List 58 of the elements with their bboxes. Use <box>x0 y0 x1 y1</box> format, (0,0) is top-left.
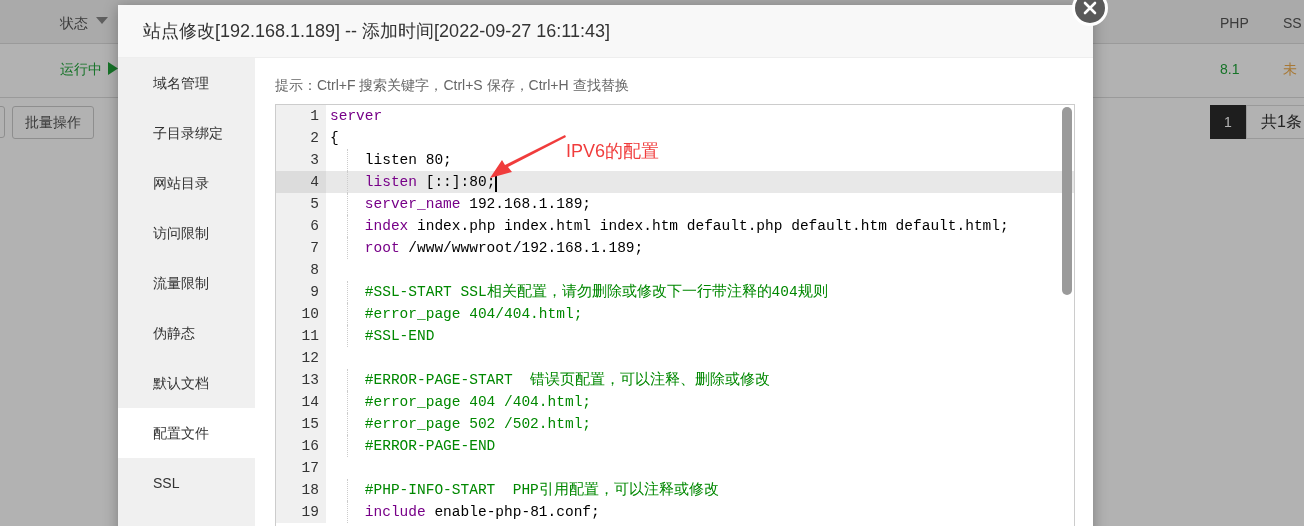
sidebar-tab[interactable]: 默认文档 <box>118 358 255 408</box>
code-line: index index.php index.html index.htm default.php default.htm default.html; <box>364 217 1009 236</box>
code-line: server_name 192.168.1.189; <box>364 195 592 214</box>
code-line: #error_page 404/404.html; <box>364 305 583 324</box>
sidebar-tab[interactable]: 域名管理 <box>118 58 255 108</box>
code-editor[interactable] <box>275 104 1075 526</box>
code-line: include enable-php-81.conf; <box>364 503 600 522</box>
line-number: 7 <box>276 237 326 259</box>
line-number: 6 <box>276 215 326 237</box>
column-header: PHP <box>1220 14 1249 33</box>
line-number: 10 <box>276 303 326 325</box>
column-header[interactable]: 状态 <box>60 13 88 34</box>
line-number: 1 <box>276 105 326 127</box>
line-number: 2 <box>276 127 326 149</box>
sidebar-tab[interactable]: SSL <box>118 458 255 508</box>
line-number: 11 <box>276 325 326 347</box>
code-line: #error_page 404 /404.html; <box>364 393 592 412</box>
batch-operation-button[interactable]: 批量操作 <box>12 106 94 139</box>
sidebar-tab[interactable]: 网站目录 <box>118 158 255 208</box>
scrollbar-thumb[interactable] <box>1062 107 1072 295</box>
code-line: listen 80; <box>364 151 452 170</box>
sort-caret-icon <box>96 17 108 25</box>
code-line: server <box>330 107 383 126</box>
code-line: #error_page 502 /502.html; <box>364 415 592 434</box>
sidebar-tab[interactable]: 配置文件 <box>118 408 255 458</box>
line-number: 18 <box>276 479 326 501</box>
code-line: root /www/wwwroot/192.168.1.189; <box>364 239 644 258</box>
column-header: SS <box>1283 14 1302 33</box>
hint-text: 提示：Ctrl+F 搜索关键字，Ctrl+S 保存，Ctrl+H 查找替换 <box>275 76 630 95</box>
sidebar-tab[interactable]: 伪静态 <box>118 308 255 358</box>
line-number: 16 <box>276 435 326 457</box>
php-version: 8.1 <box>1220 60 1240 79</box>
line-number: 14 <box>276 391 326 413</box>
code-line: #SSL-START SSL相关配置，请勿删除或修改下一行带注释的404规则 <box>364 282 828 302</box>
modal-title: 站点修改[192.168.1.189] -- 添加时间[2022-09-27 16:11:43] <box>143 19 610 43</box>
code-line: #ERROR-PAGE-START 错误页配置，可以注释、删除或修改 <box>364 370 771 390</box>
close-icon <box>1083 1 1097 15</box>
page-button[interactable]: 1 <box>1210 105 1246 139</box>
code-line: #SSL-END <box>364 327 435 346</box>
line-number: 8 <box>276 259 326 281</box>
line-number: 19 <box>276 501 326 523</box>
code-line: listen [::]:80; <box>364 173 496 192</box>
total-count: 共1条 <box>1246 105 1304 139</box>
line-number: 9 <box>276 281 326 303</box>
sidebar-tab[interactable]: 子目录绑定 <box>118 108 255 158</box>
sidebar-tab[interactable]: 流量限制 <box>118 258 255 308</box>
line-number: 15 <box>276 413 326 435</box>
line-number: 3 <box>276 149 326 171</box>
line-number: 12 <box>276 347 326 369</box>
sidebar-tab[interactable]: 访问限制 <box>118 208 255 258</box>
line-number: 4 <box>276 171 326 193</box>
annotation-text: IPV6的配置 <box>566 140 660 163</box>
code-line: #PHP-INFO-START PHP引用配置，可以注释或修改 <box>364 480 719 500</box>
line-number: 13 <box>276 369 326 391</box>
line-number: 5 <box>276 193 326 215</box>
code-line: #ERROR-PAGE-END <box>364 437 496 456</box>
line-number: 17 <box>276 457 326 479</box>
code-line: { <box>330 129 339 148</box>
